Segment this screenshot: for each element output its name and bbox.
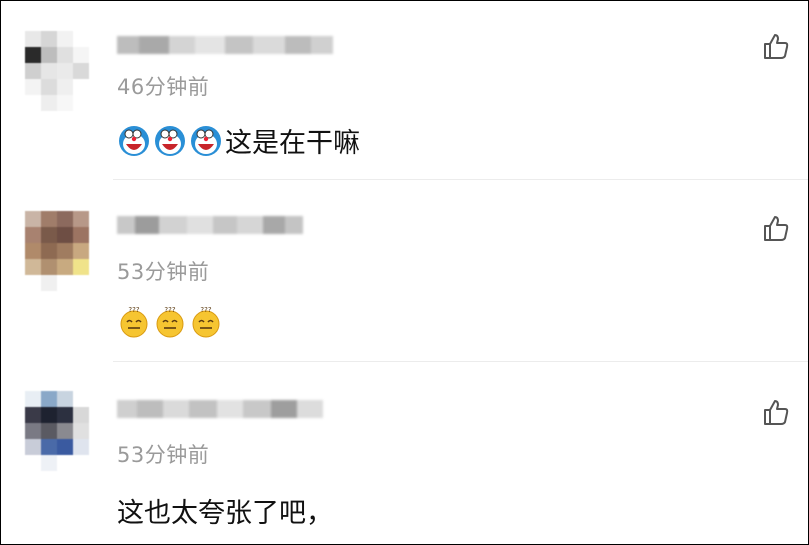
comment-text: 这是在干嘛: [225, 128, 360, 159]
dizzy-face-emoji: ???: [120, 306, 148, 338]
thumbs-up-icon[interactable]: [761, 213, 791, 243]
comment-list: 46分钟前 这是在干嘛 53分钟前 ??? ??? ??? 53分钟前 这也太夸…: [0, 0, 809, 545]
divider: [113, 179, 808, 180]
comment-item: 53分钟前 这也太夸张了吧，: [1, 363, 808, 544]
doraemon-laugh-emoji: [155, 125, 185, 156]
doraemon-laugh-emoji: [191, 125, 221, 156]
comment-timestamp: 46分钟前: [117, 75, 210, 99]
comment-item: 53分钟前 ??? ??? ???: [1, 181, 808, 361]
comment-body: 这也太夸张了吧，: [117, 491, 333, 530]
thumbs-up-icon[interactable]: [761, 31, 791, 61]
thumbs-up-icon[interactable]: [761, 397, 791, 427]
username[interactable]: [117, 33, 333, 57]
divider: [113, 361, 808, 362]
comment-item: 46分钟前 这是在干嘛: [1, 1, 808, 179]
svg-text:???: ???: [128, 306, 139, 314]
svg-text:???: ???: [164, 306, 175, 314]
dizzy-face-emoji: ???: [192, 306, 220, 338]
username[interactable]: [117, 213, 303, 237]
avatar[interactable]: [25, 211, 105, 291]
avatar[interactable]: [25, 31, 105, 111]
dizzy-face-emoji: ???: [156, 306, 184, 338]
comment-text: 这也太夸张了吧，: [117, 498, 333, 529]
comment-timestamp: 53分钟前: [117, 260, 210, 284]
comment-timestamp: 53分钟前: [117, 443, 210, 467]
username[interactable]: [117, 397, 323, 421]
doraemon-laugh-emoji: [119, 125, 149, 156]
svg-text:???: ???: [200, 306, 211, 314]
avatar[interactable]: [25, 391, 105, 471]
comment-body: ??? ??? ???: [117, 305, 225, 339]
comment-body: 这是在干嘛: [117, 121, 360, 160]
